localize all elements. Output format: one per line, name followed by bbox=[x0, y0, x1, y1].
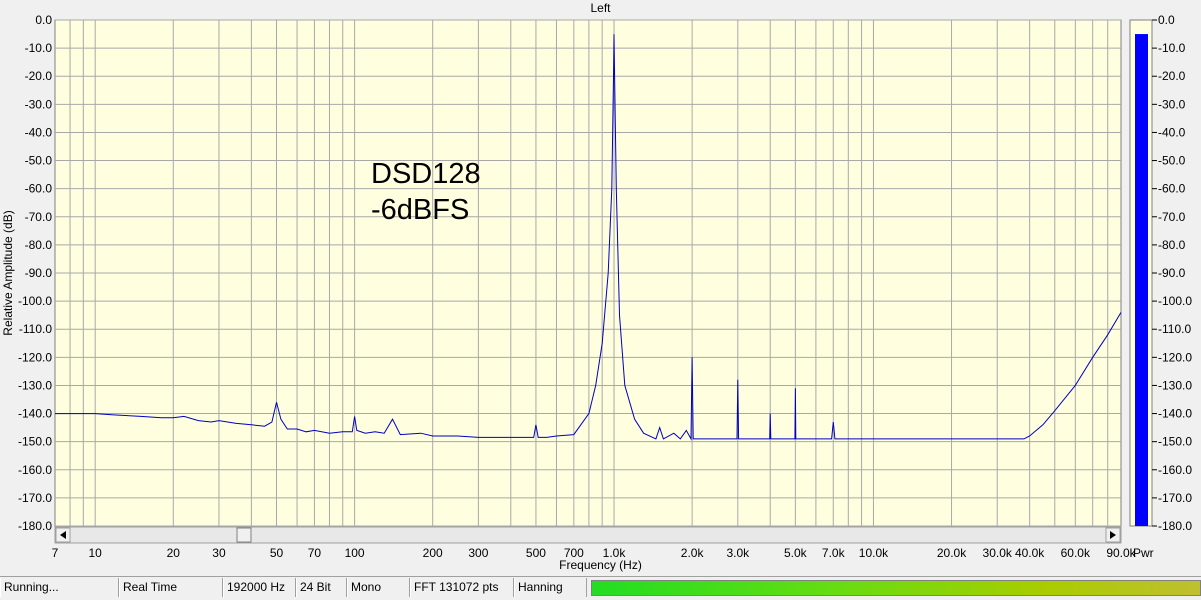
y-tick-label: -180.0 bbox=[18, 519, 52, 533]
status-sample-rate: 192000 Hz bbox=[223, 578, 296, 597]
meter-tick-label: -10.0 bbox=[1158, 41, 1186, 55]
meter-tick-label: -20.0 bbox=[1158, 69, 1186, 83]
meter-tick-label: -110.0 bbox=[1158, 322, 1191, 336]
meter-tick-label: -40.0 bbox=[1158, 125, 1186, 139]
meter-tick-label: -120.0 bbox=[1158, 350, 1192, 364]
meter-tick-label: -150.0 bbox=[1158, 435, 1192, 449]
x-axis-label: Frequency (Hz) bbox=[559, 558, 642, 572]
annotation-line1: DSD128 bbox=[371, 158, 481, 190]
y-tick-label: -120.0 bbox=[18, 350, 52, 364]
status-window: Hanning bbox=[514, 578, 587, 597]
meter-tick-label: -70.0 bbox=[1158, 210, 1186, 224]
annotation-line2: -6dBFS bbox=[371, 194, 470, 226]
status-state: Running... bbox=[0, 578, 119, 597]
y-tick-label: -50.0 bbox=[25, 154, 53, 168]
status-bit-depth: 24 Bit bbox=[296, 578, 347, 597]
status-bar: Running... Real Time 192000 Hz 24 Bit Mo… bbox=[0, 576, 1201, 600]
y-tick-label: -80.0 bbox=[25, 238, 53, 252]
meter-tick-label: -60.0 bbox=[1158, 182, 1186, 196]
status-fft: FFT 131072 pts bbox=[410, 578, 514, 597]
meter-tick-label: -80.0 bbox=[1158, 238, 1186, 252]
y-tick-label: -30.0 bbox=[25, 97, 53, 111]
scrollbar[interactable] bbox=[54, 526, 1122, 544]
y-tick-label: -140.0 bbox=[18, 407, 52, 421]
y-tick-label: -150.0 bbox=[18, 435, 52, 449]
meter-tick-label: -90.0 bbox=[1158, 266, 1186, 280]
meter-tick-label: -30.0 bbox=[1158, 97, 1186, 111]
annotation: DSD128 -6dBFS bbox=[371, 156, 481, 228]
y-tick-label: 0.0 bbox=[35, 13, 52, 27]
y-tick-label: -170.0 bbox=[18, 491, 52, 505]
meter-tick-label: 0.0 bbox=[1158, 13, 1175, 27]
y-tick-label: -110.0 bbox=[19, 322, 52, 336]
meter-tick-label: -100.0 bbox=[1158, 294, 1192, 308]
y-tick-label: -10.0 bbox=[25, 41, 53, 55]
y-tick-labels: 0.0 -10.0 -20.0 -30.0 -40.0 -50.0 -60.0 -70.0 -8… bbox=[18, 13, 52, 533]
left-arrow-icon[interactable] bbox=[55, 527, 71, 543]
meter-tick-label: -160.0 bbox=[1158, 463, 1192, 477]
y-tick-label: -20.0 bbox=[25, 69, 53, 83]
right-arrow-icon[interactable] bbox=[1105, 527, 1121, 543]
status-mode: Real Time bbox=[119, 578, 223, 597]
meter-tick-label: -140.0 bbox=[1158, 407, 1192, 421]
level-meter bbox=[591, 580, 1201, 596]
y-tick-label: -160.0 bbox=[18, 463, 52, 477]
spectrum-chart: 0.0 -10.0 -20.0 -30.0 -40.0 -50.0 -60.0 -70.0 -8… bbox=[1, 13, 1192, 560]
power-meter-bar bbox=[1135, 34, 1148, 527]
scroll-thumb[interactable] bbox=[236, 527, 252, 543]
meter-tick-label: -130.0 bbox=[1158, 378, 1192, 392]
meter-tick-label: -50.0 bbox=[1158, 154, 1186, 168]
y-tick-label: -100.0 bbox=[18, 294, 52, 308]
y-tick-label: -60.0 bbox=[25, 182, 53, 196]
y-tick-label: -130.0 bbox=[18, 378, 52, 392]
meter-tick-label: -170.0 bbox=[1158, 491, 1192, 505]
y-tick-label: -70.0 bbox=[25, 210, 53, 224]
y-tick-label: -90.0 bbox=[25, 266, 53, 280]
meter-tick-labels: 0.0 -10.0 -20.0 -30.0 -40.0 -50.0 -60.0 -70.0 -8… bbox=[1152, 13, 1192, 533]
y-axis-label: Relative Amplitude (dB) bbox=[1, 210, 15, 335]
meter-tick-label: -180.0 bbox=[1158, 519, 1192, 533]
y-tick-label: -40.0 bbox=[25, 125, 53, 139]
status-channels: Mono bbox=[347, 578, 410, 597]
